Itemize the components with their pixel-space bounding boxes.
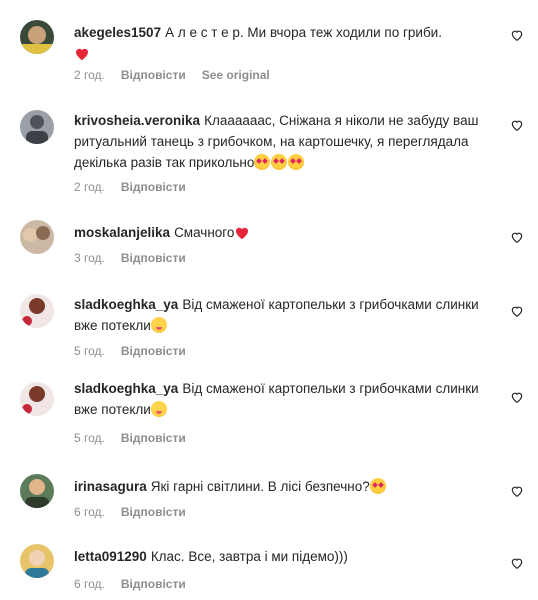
comment-text: Які гарні світлини. В лісі безпечно?	[150, 479, 370, 494]
comment-meta: 5 год. Відповісти	[74, 344, 186, 358]
avatar[interactable]	[20, 110, 54, 144]
avatar[interactable]	[20, 220, 54, 254]
comment-username[interactable]: sladkoeghka_ya	[74, 297, 178, 312]
red-heart-emoji	[76, 48, 88, 61]
comment-time: 3 год.	[74, 251, 105, 265]
red-heart-emoji	[236, 227, 249, 240]
reply-button[interactable]: Відповісти	[121, 344, 186, 358]
like-heart-icon[interactable]	[510, 556, 524, 570]
comment-time: 5 год.	[74, 431, 105, 445]
comment-time: 5 год.	[74, 344, 105, 358]
comment-text: Смачного	[174, 225, 235, 240]
like-heart-icon[interactable]	[510, 118, 524, 132]
like-heart-icon[interactable]	[510, 390, 524, 404]
comment-body: sladkoeghka_ya Від смаженої картопельки з…	[74, 294, 498, 336]
comment-body: moskalanjelika Смачного	[74, 222, 498, 243]
comment-body: sladkoeghka_ya Від смаженої картопельки з…	[74, 378, 498, 420]
like-heart-icon[interactable]	[510, 304, 524, 318]
comment-body: akegeles1507 А л е с т е р. Ми вчора теж …	[74, 22, 498, 64]
comment-meta: 2 год. Відповісти	[74, 180, 186, 194]
see-original-button[interactable]: See original	[202, 68, 270, 82]
comment-time: 2 год.	[74, 68, 105, 82]
reply-button[interactable]: Відповісти	[121, 577, 186, 591]
star-struck-emoji	[254, 154, 271, 170]
comment-meta: 6 год. Відповісти	[74, 577, 186, 591]
comment-meta: 5 год. Відповісти	[74, 431, 186, 445]
comment-username[interactable]: krivosheia.veronika	[74, 113, 200, 128]
like-heart-icon[interactable]	[510, 484, 524, 498]
star-struck-emoji	[369, 478, 386, 494]
comment-time: 6 год.	[74, 505, 105, 519]
comment-text: А л е с т е р. Ми вчора теж ходили по гр…	[165, 25, 442, 40]
star-struck-emoji	[271, 154, 288, 170]
avatar[interactable]	[20, 474, 54, 508]
reply-button[interactable]: Відповісти	[121, 180, 186, 194]
comment-meta: 3 год. Відповісти	[74, 251, 186, 265]
star-struck-emoji	[288, 154, 305, 170]
comment-meta: 2 год. Відповісти See original	[74, 68, 270, 82]
reply-button[interactable]: Відповісти	[121, 431, 186, 445]
avatar[interactable]	[20, 20, 54, 54]
comment-username[interactable]: moskalanjelika	[74, 225, 170, 240]
avatar[interactable]	[20, 382, 54, 416]
like-heart-icon[interactable]	[510, 230, 524, 244]
comment-meta: 6 год. Відповісти	[74, 505, 186, 519]
comment-body: letta091290 Клас. Все, завтра і ми підемо…	[74, 546, 498, 567]
comment-text: Клас. Все, завтра і ми підемо)))	[150, 549, 348, 564]
comment-body: krivosheia.veronika Клаааааас, Сніжана я …	[74, 110, 498, 173]
comment-username[interactable]: akegeles1507	[74, 25, 161, 40]
comment-time: 2 год.	[74, 180, 105, 194]
reply-button[interactable]: Відповісти	[121, 68, 186, 82]
yum-emoji	[150, 401, 167, 417]
comment-body: irinasagura Які гарні світлини. В лісі бе…	[74, 476, 498, 497]
comment-username[interactable]: sladkoeghka_ya	[74, 381, 178, 396]
reply-button[interactable]: Відповісти	[121, 251, 186, 265]
reply-button[interactable]: Відповісти	[121, 505, 186, 519]
like-heart-icon[interactable]	[510, 28, 524, 42]
comment-username[interactable]: irinasagura	[74, 479, 147, 494]
comment-username[interactable]: letta091290	[74, 549, 147, 564]
avatar[interactable]	[20, 294, 54, 328]
avatar[interactable]	[20, 544, 54, 578]
comment-time: 6 год.	[74, 577, 105, 591]
yum-emoji	[150, 317, 167, 333]
